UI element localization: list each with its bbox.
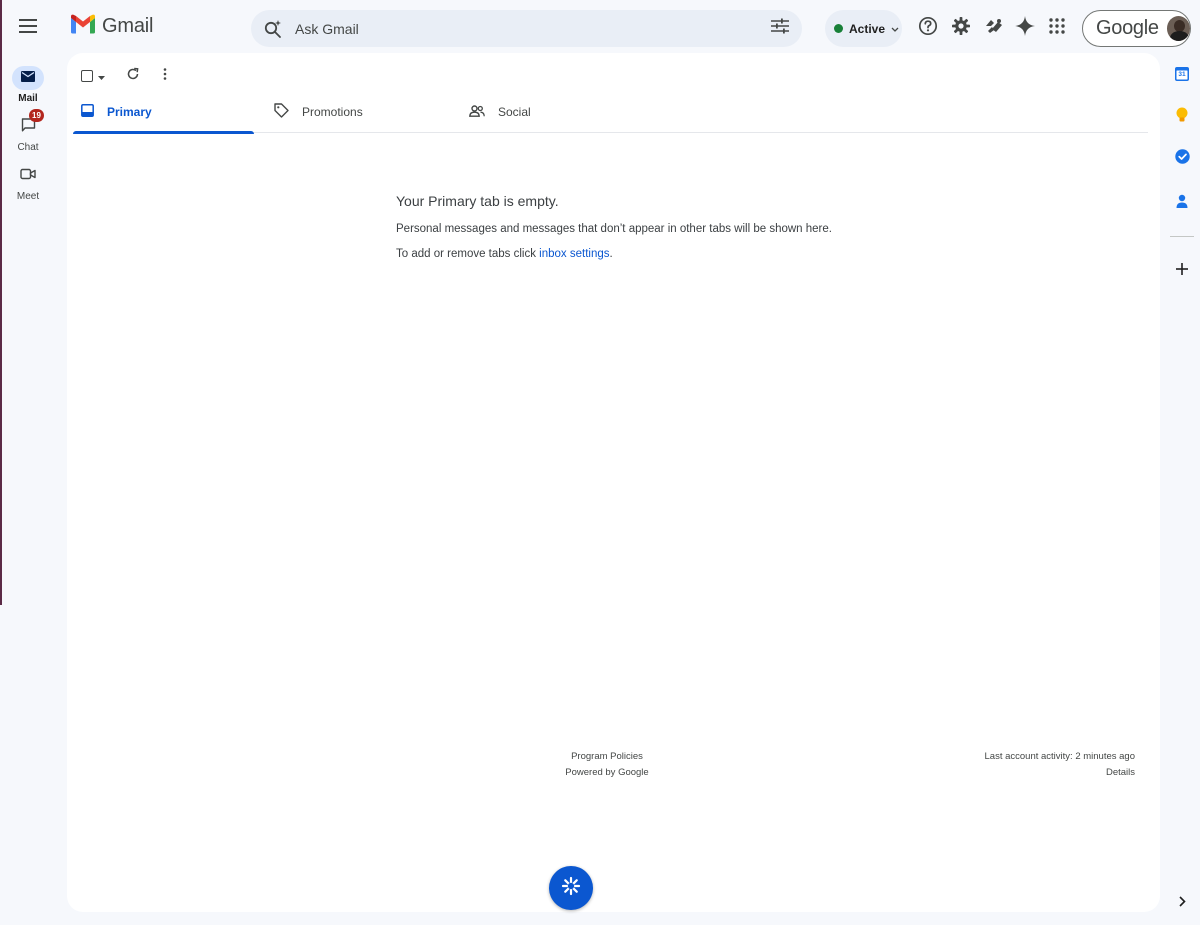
empty-state-hint: To add or remove tabs click inbox settin… [396,248,832,260]
nav-item-chat[interactable]: 19 Chat [2,109,54,153]
empty-state: Your Primary tab is empty. Personal mess… [396,193,832,273]
extension-icon [984,17,1004,40]
burst-icon [561,876,581,901]
empty-state-title: Your Primary tab is empty. [396,193,559,209]
avatar [1166,16,1190,41]
keep-icon [1176,107,1188,128]
tab-social[interactable]: Social [469,91,531,133]
nav-item-mail[interactable]: Mail [2,66,54,104]
gmail-logo-text: Gmail [102,15,154,37]
empty-state-description: Personal messages and messages that don’… [396,223,832,235]
more-options-button[interactable] [149,62,181,90]
tab-label-promotions: Promotions [302,105,363,119]
nav-label-meet: Meet [16,191,40,202]
category-tabs: Primary Promotions Social [73,91,1148,134]
mail-list-panel: Primary Promotions Social Your Primary t… [67,53,1160,912]
calendar-icon: 31 [1175,67,1189,81]
calendar-day: 31 [1178,71,1186,78]
get-addons-button[interactable] [1170,259,1194,283]
main-menu-button[interactable] [12,12,44,44]
rail-divider [1170,236,1194,237]
select-all-checkbox[interactable] [81,70,93,82]
extension-button[interactable] [980,14,1008,42]
sparkle-search-icon[interactable] [251,19,295,39]
sparkle-icon [1015,15,1035,41]
footer-links: Program Policies Powered by Google [547,749,667,781]
apps-grid-icon [1049,17,1065,39]
tasks-button[interactable] [1170,147,1194,171]
inbox-icon [81,104,94,120]
active-tab-indicator [73,131,254,134]
hint-prefix: To add or remove tabs click [396,248,540,260]
google-apps-button[interactable] [1043,14,1071,42]
mail-icon [21,69,35,87]
activity-details-link[interactable]: Details [985,765,1135,781]
gmail-logo[interactable]: Gmail [70,14,153,39]
chevron-down-icon [891,22,899,36]
tab-primary[interactable]: Primary [73,91,254,134]
status-label: Active [849,21,886,36]
tune-icon [771,18,789,39]
settings-button[interactable] [947,14,975,42]
more-vert-icon [163,67,167,85]
hint-suffix: . [609,248,613,260]
select-all-button[interactable] [77,62,109,90]
search-options-button[interactable] [758,18,802,39]
refresh-icon [126,67,140,86]
search-input[interactable] [295,20,758,37]
powered-by-text: Powered by Google [565,767,649,778]
support-button[interactable] [914,14,942,42]
nav-label-mail: Mail [18,93,38,104]
hamburger-icon [19,18,37,38]
contacts-button[interactable] [1170,191,1194,215]
tab-label-primary: Primary [107,105,152,119]
nav-item-meet[interactable]: Meet [2,164,54,202]
search-bar[interactable] [251,10,802,47]
top-bar: Gmail Active [0,0,1200,56]
list-toolbar [77,61,181,91]
help-icon [918,16,938,41]
refresh-button[interactable] [117,62,149,90]
add-icon [1176,262,1188,280]
last-activity-text: Last account activity: 2 minutes ago [984,751,1136,762]
tab-promotions[interactable]: Promotions [274,91,363,133]
keep-button[interactable] [1170,105,1194,129]
tasks-icon [1174,149,1190,169]
video-icon [20,167,36,185]
compose-fab-button[interactable] [549,866,593,910]
account-button[interactable]: Google [1082,10,1191,47]
chat-unread-badge: 19 [29,109,44,122]
gmail-m-icon [70,14,96,39]
tab-label-social: Social [498,105,531,119]
people-icon [469,104,485,120]
status-dot-icon [834,24,843,33]
expand-icon [1178,894,1186,912]
nav-label-chat: Chat [17,142,39,153]
show-side-panel-button[interactable] [1170,891,1194,915]
program-policies-link[interactable]: Program Policies [547,749,667,765]
calendar-button[interactable]: 31 [1170,62,1194,86]
contacts-icon [1176,194,1188,213]
tag-icon [274,103,289,121]
caret-down-icon [98,67,105,85]
account-activity: Last account activity: 2 minutes ago Det… [985,749,1136,781]
gear-icon [951,16,971,41]
google-wordmark: Google [1096,17,1159,39]
gemini-button[interactable] [1011,14,1039,42]
inbox-settings-link[interactable]: inbox settings [539,248,609,260]
status-selector[interactable]: Active [825,10,902,47]
